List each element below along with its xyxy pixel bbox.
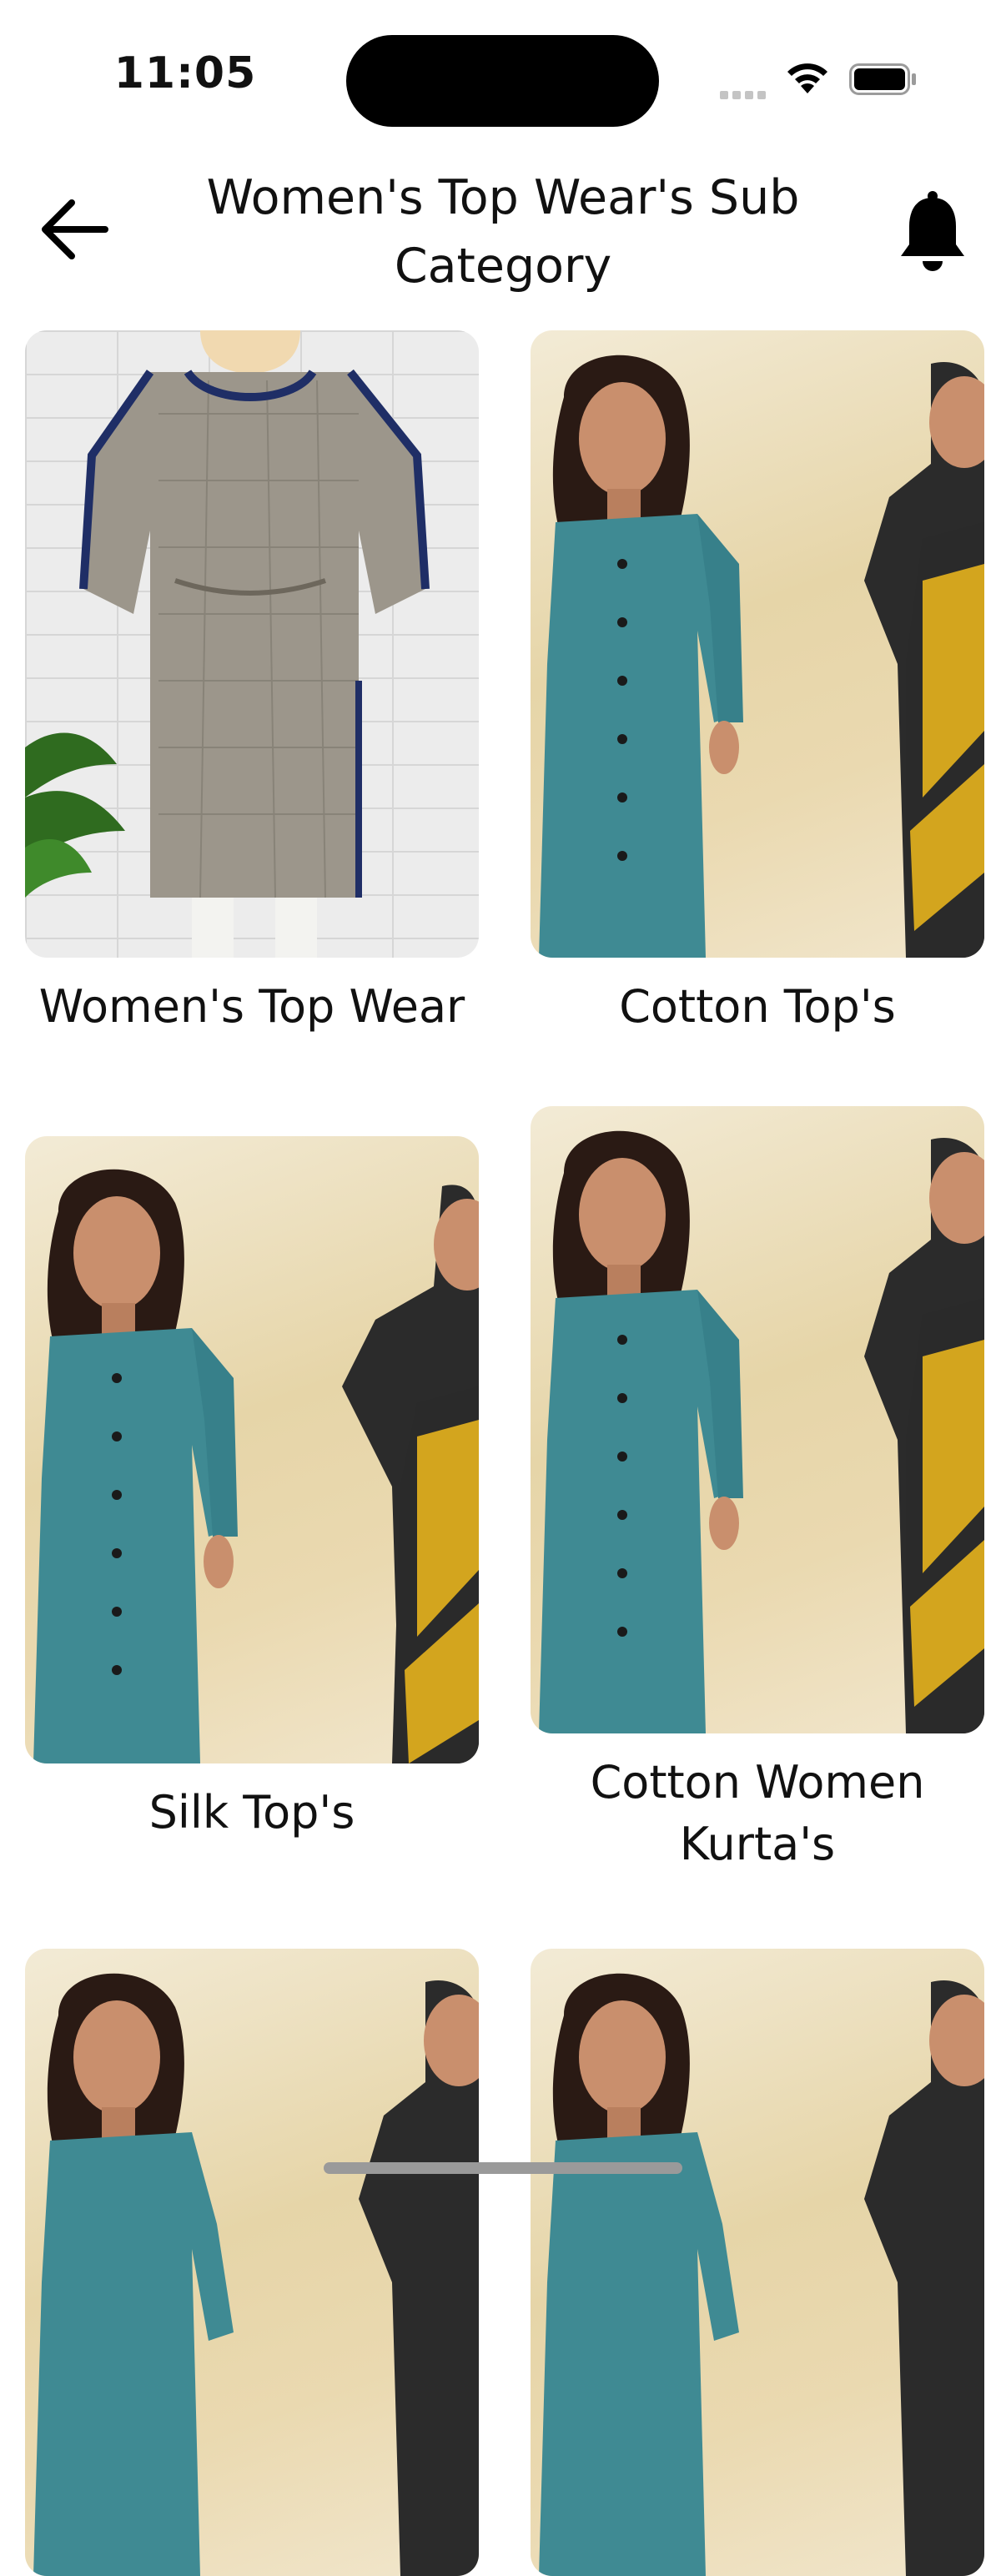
category-image [531,330,984,958]
teal-kurta-model-photo [539,1130,984,1733]
status-time: 11:05 [113,48,257,98]
category-card[interactable] [531,1949,984,2576]
category-label: Women's Top Wear [38,980,465,1033]
cellular-signal-icon [720,87,770,99]
category-card-womens-top-wear[interactable]: Women's Top Wear [25,330,479,1038]
battery-icon [849,63,916,95]
category-image [25,1136,479,1763]
category-card-cotton-women-kurtas[interactable]: Cotton Women Kurta's [531,1106,984,1875]
status-bar: 11:05 [0,0,1006,158]
teal-kurta-model-photo [539,355,984,958]
teal-kurta-model-photo [33,1973,479,2576]
category-label: Cotton Top's [619,980,896,1033]
category-card-cotton-tops[interactable]: Cotton Top's [531,330,984,1038]
kaftan-photo [25,330,430,958]
wifi-icon [787,63,827,93]
category-image [25,1949,479,2576]
category-card-silk-tops[interactable]: Silk Top's [25,1136,479,1844]
back-button[interactable] [37,192,112,267]
bell-icon [901,191,964,271]
teal-kurta-model-photo [33,1169,479,1763]
category-image [531,1106,984,1733]
notification-button[interactable] [891,185,974,277]
category-card[interactable] [25,1949,479,2576]
category-image [531,1949,984,2576]
dynamic-island [346,35,659,127]
home-indicator[interactable] [324,2162,682,2174]
page-title: Women's Top Wear's Sub Category [206,170,800,294]
category-label: Silk Top's [148,1786,355,1839]
arrow-left-icon [42,199,108,259]
category-label: Cotton Women Kurta's [590,1756,925,1870]
teal-kurta-model-photo [539,1973,984,2576]
category-image [25,330,479,958]
